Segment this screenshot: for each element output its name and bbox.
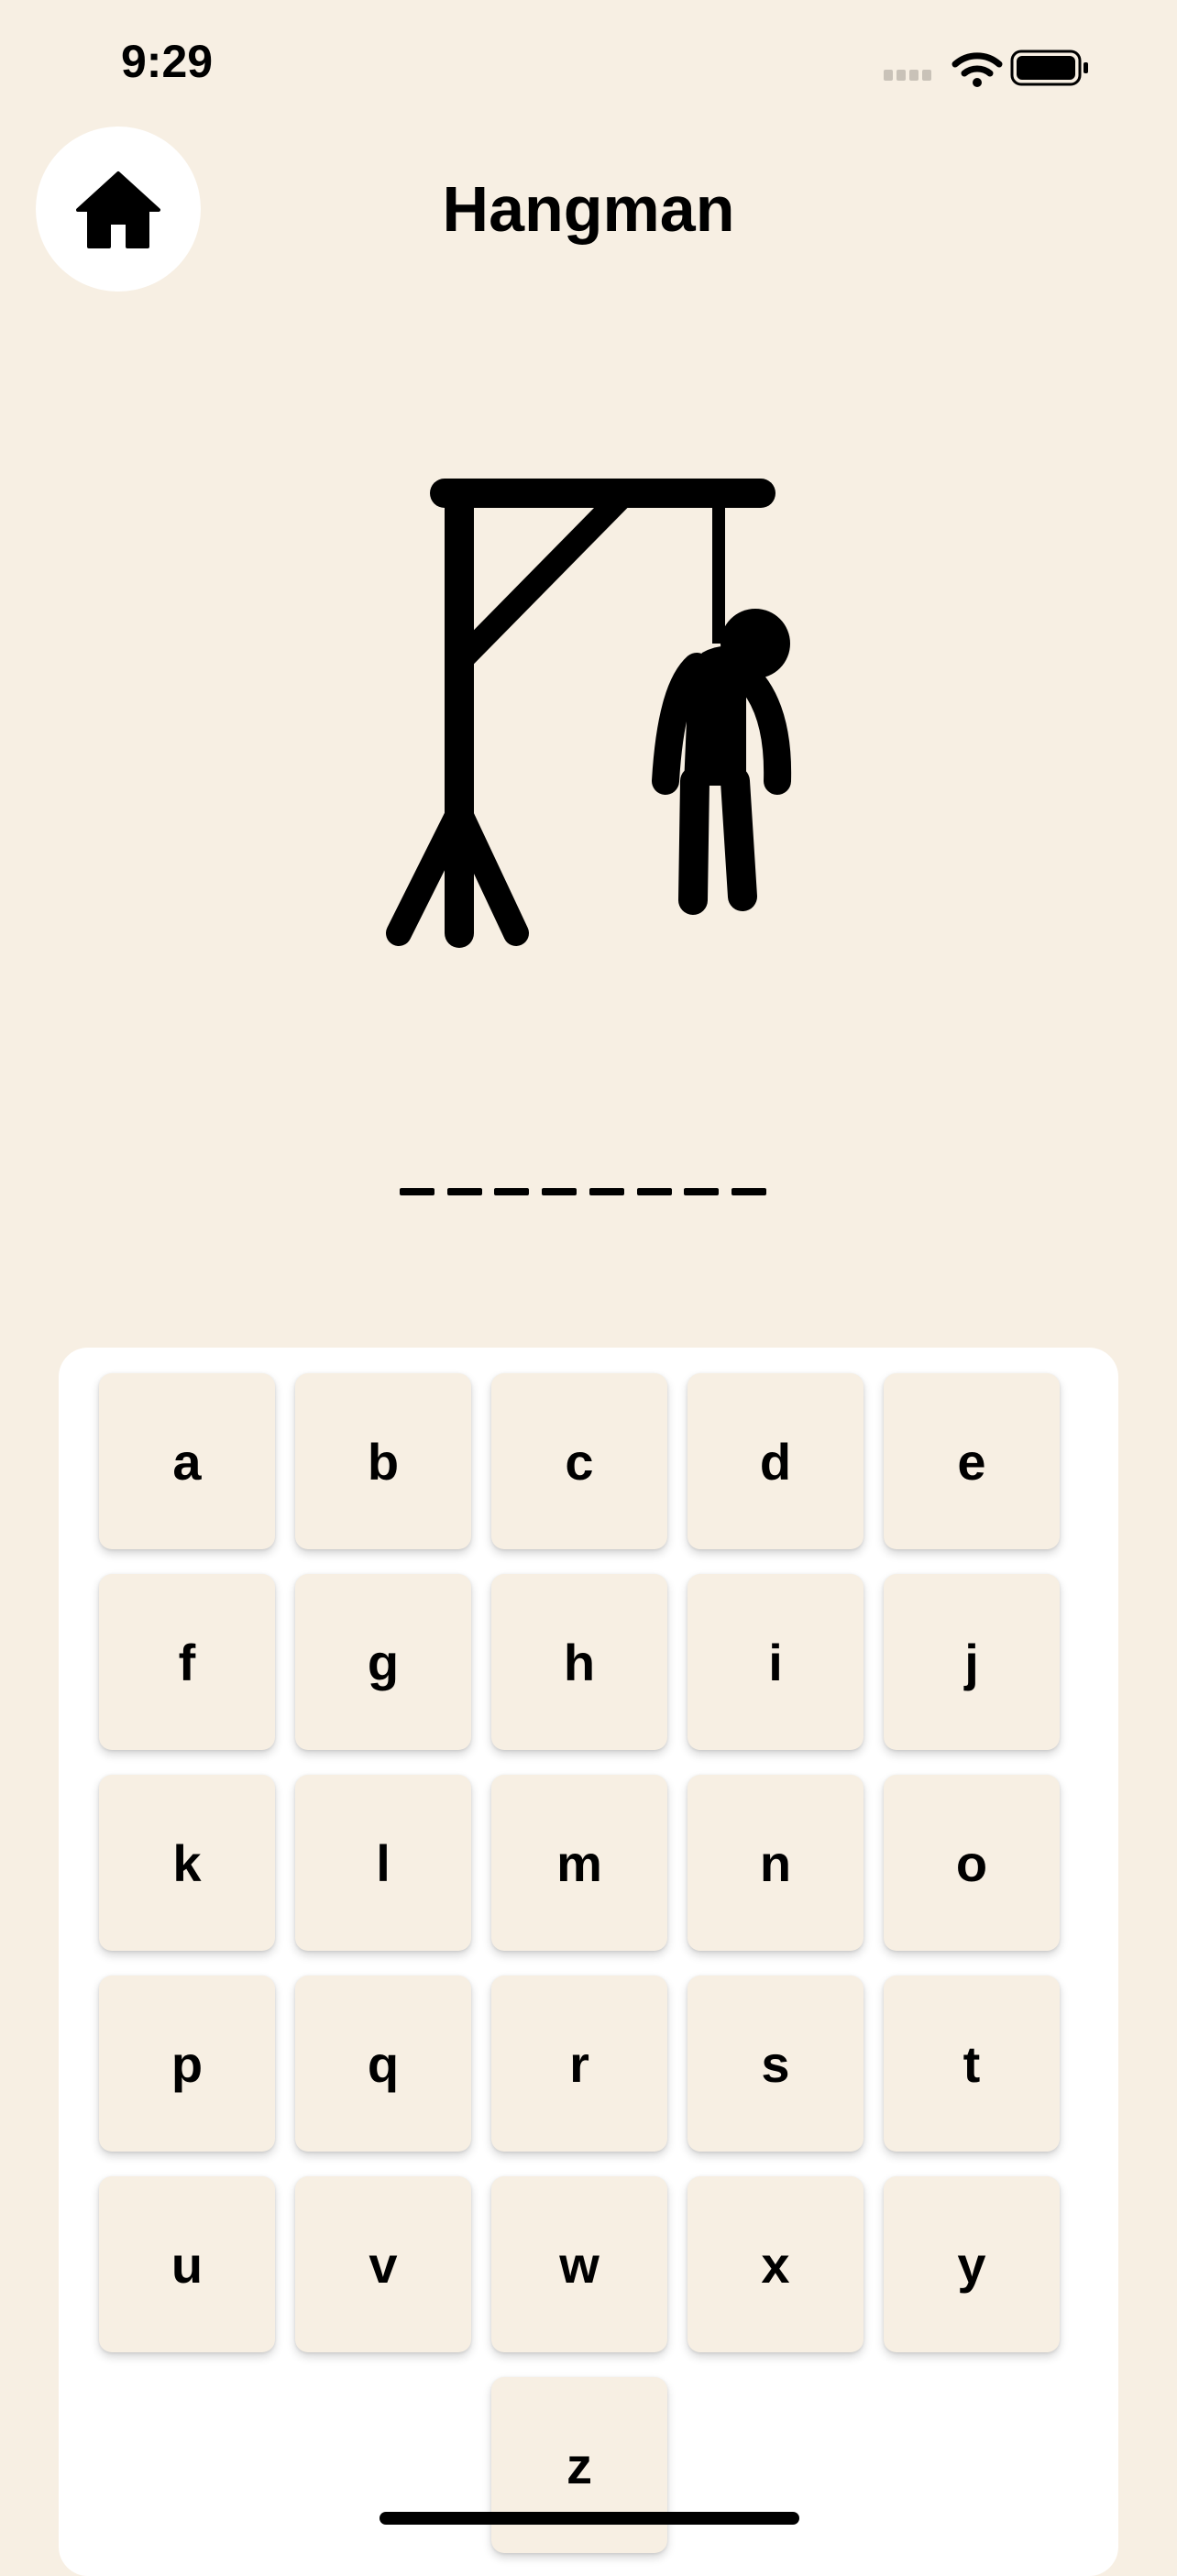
key-n[interactable]: n (688, 1775, 864, 1951)
key-w[interactable]: w (491, 2176, 667, 2352)
key-q[interactable]: q (295, 1976, 471, 2152)
key-t[interactable]: t (884, 1976, 1060, 2152)
home-indicator (380, 2512, 799, 2525)
key-y[interactable]: y (884, 2176, 1060, 2352)
page-title: Hangman (442, 173, 735, 245)
hangman-figure (386, 479, 792, 948)
key-l[interactable]: l (295, 1775, 471, 1951)
key-d[interactable]: d (688, 1373, 864, 1549)
letter-blank (636, 1188, 672, 1195)
hanged-man (652, 609, 792, 915)
key-g[interactable]: g (295, 1574, 471, 1750)
key-b[interactable]: b (295, 1373, 471, 1549)
letter-blank (731, 1188, 766, 1195)
battery-icon (1010, 50, 1088, 86)
letter-keyboard: abcde fghij klmno pqrst uvwxy z (59, 1348, 1118, 2576)
key-x[interactable]: x (688, 2176, 864, 2352)
status-bar: 9:29 (0, 0, 1177, 128)
letter-blank (400, 1188, 434, 1195)
key-h[interactable]: h (491, 1574, 667, 1750)
word-blanks (400, 1183, 766, 1201)
key-r[interactable]: r (491, 1976, 667, 2152)
key-c[interactable]: c (491, 1373, 667, 1549)
letter-blank (684, 1188, 720, 1195)
letter-blank (542, 1188, 578, 1195)
key-z[interactable]: z (491, 2377, 667, 2553)
wifi-icon (952, 52, 1003, 87)
status-time: 9:29 (121, 36, 214, 87)
key-p[interactable]: p (99, 1976, 275, 2152)
letter-blank (494, 1188, 530, 1195)
cellular-signal-icon (884, 70, 931, 81)
letter-blank (446, 1188, 482, 1195)
key-j[interactable]: j (884, 1574, 1060, 1750)
letter-blank (588, 1188, 624, 1195)
key-v[interactable]: v (295, 2176, 471, 2352)
key-m[interactable]: m (491, 1775, 667, 1951)
key-s[interactable]: s (688, 1976, 864, 2152)
key-k[interactable]: k (99, 1775, 275, 1951)
key-u[interactable]: u (99, 2176, 275, 2352)
key-f[interactable]: f (99, 1574, 275, 1750)
key-e[interactable]: e (884, 1373, 1060, 1549)
key-o[interactable]: o (884, 1775, 1060, 1951)
key-a[interactable]: a (99, 1373, 275, 1549)
status-icons (884, 50, 1088, 87)
key-i[interactable]: i (688, 1574, 864, 1750)
